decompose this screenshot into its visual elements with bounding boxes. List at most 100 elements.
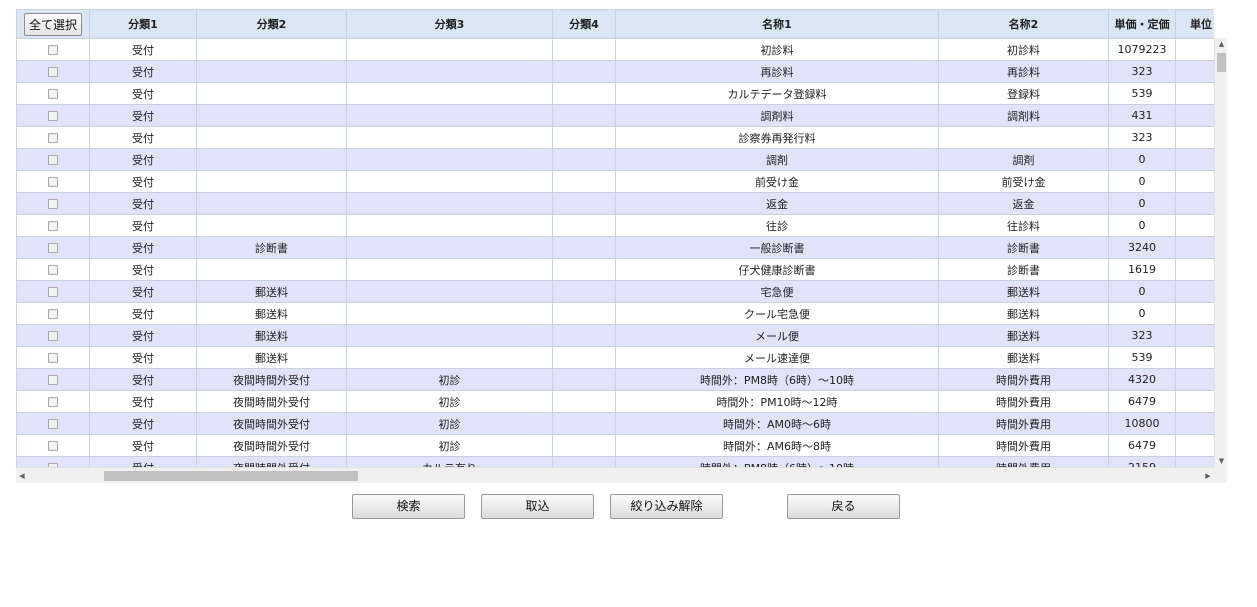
unit-cell[interactable] bbox=[1175, 236, 1214, 259]
category2-cell[interactable] bbox=[196, 104, 347, 127]
name2-cell[interactable]: 診断書 bbox=[938, 236, 1109, 259]
name2-cell[interactable]: 初診料 bbox=[938, 38, 1109, 61]
category3-cell[interactable] bbox=[346, 60, 553, 83]
category2-cell[interactable]: 夜間時間外受付 bbox=[196, 390, 347, 413]
name2-cell[interactable]: 診断書 bbox=[938, 258, 1109, 281]
category1-cell[interactable]: 受付 bbox=[89, 302, 197, 325]
unit-cell[interactable] bbox=[1175, 148, 1214, 171]
unit-price-cell[interactable]: 0 bbox=[1108, 214, 1176, 237]
row-checkbox[interactable] bbox=[48, 111, 58, 121]
category3-cell[interactable] bbox=[346, 236, 553, 259]
category2-cell[interactable]: 夜間時間外受付 bbox=[196, 412, 347, 435]
row-checkbox[interactable] bbox=[48, 155, 58, 165]
table-row[interactable]: 受付 再診料 再診料 323 bbox=[16, 60, 1214, 83]
table-row[interactable]: 受付 郵送料 メール速達便 郵送料 539 bbox=[16, 346, 1214, 369]
category1-cell[interactable]: 受付 bbox=[89, 38, 197, 61]
unit-price-cell[interactable]: 3240 bbox=[1108, 236, 1176, 259]
header-category1[interactable]: 分類1 bbox=[89, 9, 197, 39]
horizontal-scroll-thumb[interactable] bbox=[104, 471, 358, 481]
unit-price-cell[interactable]: 0 bbox=[1108, 302, 1176, 325]
category3-cell[interactable] bbox=[346, 82, 553, 105]
category4-cell[interactable] bbox=[552, 170, 616, 193]
name1-cell[interactable]: 時間外：PM10時～12時 bbox=[615, 390, 939, 413]
category1-cell[interactable]: 受付 bbox=[89, 192, 197, 215]
unit-price-cell[interactable]: 0 bbox=[1108, 280, 1176, 303]
name2-cell[interactable]: 時間外費用 bbox=[938, 434, 1109, 457]
category1-cell[interactable]: 受付 bbox=[89, 104, 197, 127]
category4-cell[interactable] bbox=[552, 456, 616, 467]
category3-cell[interactable] bbox=[346, 324, 553, 347]
category4-cell[interactable] bbox=[552, 302, 616, 325]
row-checkbox[interactable] bbox=[48, 441, 58, 451]
unit-cell[interactable] bbox=[1175, 456, 1214, 467]
category1-cell[interactable]: 受付 bbox=[89, 170, 197, 193]
search-button[interactable]: 検索 bbox=[352, 494, 465, 519]
category4-cell[interactable] bbox=[552, 346, 616, 369]
name1-cell[interactable]: 再診料 bbox=[615, 60, 939, 83]
category1-cell[interactable]: 受付 bbox=[89, 280, 197, 303]
table-row[interactable]: 受付 夜間時間外受付 初診 時間外：AM0時～6時 時間外費用 10800 bbox=[16, 412, 1214, 435]
name2-cell[interactable]: 時間外費用 bbox=[938, 390, 1109, 413]
name1-cell[interactable]: 調剤料 bbox=[615, 104, 939, 127]
category3-cell[interactable]: 初診 bbox=[346, 434, 553, 457]
category2-cell[interactable]: 郵送料 bbox=[196, 346, 347, 369]
category1-cell[interactable]: 受付 bbox=[89, 346, 197, 369]
category1-cell[interactable]: 受付 bbox=[89, 148, 197, 171]
table-row[interactable]: 受付 返金 返金 0 bbox=[16, 192, 1214, 215]
category4-cell[interactable] bbox=[552, 434, 616, 457]
category1-cell[interactable]: 受付 bbox=[89, 258, 197, 281]
unit-cell[interactable] bbox=[1175, 214, 1214, 237]
arrow-left-icon[interactable]: ◀ bbox=[16, 468, 28, 483]
import-button[interactable]: 取込 bbox=[481, 494, 594, 519]
category3-cell[interactable] bbox=[346, 148, 553, 171]
name2-cell[interactable]: 郵送料 bbox=[938, 324, 1109, 347]
row-checkbox[interactable] bbox=[48, 397, 58, 407]
unit-price-cell[interactable]: 6479 bbox=[1108, 434, 1176, 457]
unit-price-cell[interactable]: 1079223 bbox=[1108, 38, 1176, 61]
category3-cell[interactable]: 初診 bbox=[346, 390, 553, 413]
row-checkbox[interactable] bbox=[48, 199, 58, 209]
category4-cell[interactable] bbox=[552, 390, 616, 413]
category3-cell[interactable] bbox=[346, 214, 553, 237]
name2-cell[interactable]: 時間外費用 bbox=[938, 368, 1109, 391]
unit-cell[interactable] bbox=[1175, 324, 1214, 347]
table-row[interactable]: 受付 初診料 初診料 1079223 bbox=[16, 38, 1214, 61]
category1-cell[interactable]: 受付 bbox=[89, 412, 197, 435]
table-row[interactable]: 受付 郵送料 メール便 郵送料 323 bbox=[16, 324, 1214, 347]
unit-cell[interactable] bbox=[1175, 368, 1214, 391]
category1-cell[interactable]: 受付 bbox=[89, 236, 197, 259]
unit-cell[interactable] bbox=[1175, 258, 1214, 281]
category3-cell[interactable] bbox=[346, 192, 553, 215]
unit-price-cell[interactable]: 6479 bbox=[1108, 390, 1176, 413]
select-all-button[interactable]: 全て選択 bbox=[23, 12, 82, 36]
unit-price-cell[interactable]: 1619 bbox=[1108, 258, 1176, 281]
row-checkbox[interactable] bbox=[48, 243, 58, 253]
category4-cell[interactable] bbox=[552, 258, 616, 281]
category2-cell[interactable]: 郵送料 bbox=[196, 280, 347, 303]
table-row[interactable]: 受付 調剤 調剤 0 bbox=[16, 148, 1214, 171]
name2-cell[interactable]: 登録料 bbox=[938, 82, 1109, 105]
name1-cell[interactable]: メール速達便 bbox=[615, 346, 939, 369]
table-row[interactable]: 受付 郵送料 宅急便 郵送料 0 bbox=[16, 280, 1214, 303]
unit-price-cell[interactable]: 10800 bbox=[1108, 412, 1176, 435]
name2-cell[interactable]: 郵送料 bbox=[938, 280, 1109, 303]
vertical-scrollbar[interactable]: ▲ ▼ bbox=[1214, 38, 1227, 467]
category3-cell[interactable] bbox=[346, 170, 553, 193]
row-checkbox[interactable] bbox=[48, 133, 58, 143]
name2-cell[interactable]: 往診料 bbox=[938, 214, 1109, 237]
name1-cell[interactable]: 一般診断書 bbox=[615, 236, 939, 259]
name2-cell[interactable]: 郵送料 bbox=[938, 346, 1109, 369]
category2-cell[interactable]: 診断書 bbox=[196, 236, 347, 259]
name1-cell[interactable]: 調剤 bbox=[615, 148, 939, 171]
category2-cell[interactable] bbox=[196, 126, 347, 149]
name1-cell[interactable]: 時間外：PM8時（6時）～10時 bbox=[615, 456, 939, 467]
category3-cell[interactable]: 初診 bbox=[346, 412, 553, 435]
category3-cell[interactable] bbox=[346, 104, 553, 127]
category4-cell[interactable] bbox=[552, 82, 616, 105]
category4-cell[interactable] bbox=[552, 104, 616, 127]
category3-cell[interactable] bbox=[346, 346, 553, 369]
name1-cell[interactable]: 時間外：PM8時（6時）～10時 bbox=[615, 368, 939, 391]
name1-cell[interactable]: 診察券再発行料 bbox=[615, 126, 939, 149]
category2-cell[interactable]: 郵送料 bbox=[196, 302, 347, 325]
header-unit-price[interactable]: 単価・定価 bbox=[1108, 9, 1176, 39]
